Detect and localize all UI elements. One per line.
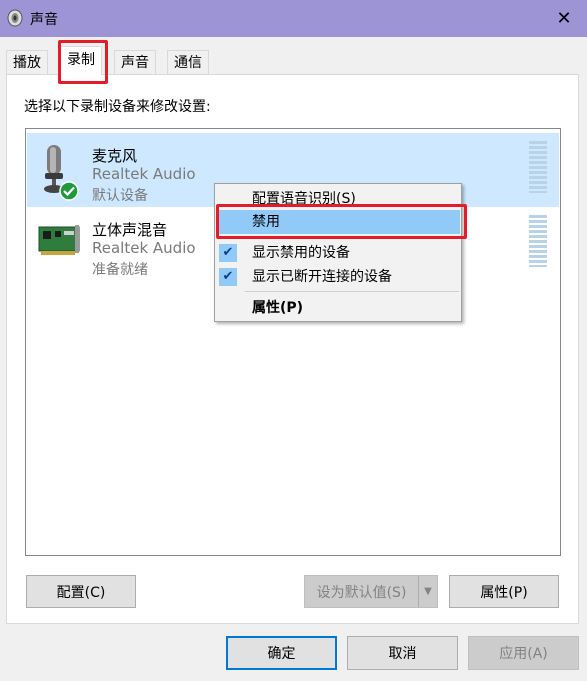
tab-label: 播放 [13, 55, 41, 71]
menu-item-label: 显示已断开连接的设备 [252, 269, 392, 285]
tab-sounds[interactable]: 声音 [114, 50, 156, 74]
annotation-highlight-disable [216, 204, 467, 239]
device-name: 麦克风 [92, 147, 138, 165]
apply-button[interactable]: 应用(A) [468, 636, 579, 670]
menu-item-label: 显示禁用的设备 [252, 245, 350, 261]
speaker-icon [7, 9, 23, 27]
title-bar: 声音 ✕ [0, 0, 587, 37]
menu-item-properties[interactable]: 属性(P) [216, 296, 460, 320]
menu-separator [245, 291, 459, 292]
device-driver: Realtek Audio [92, 165, 196, 183]
properties-button[interactable]: 属性(P) [449, 575, 559, 608]
checkmark-icon: ✔ [219, 244, 237, 262]
close-button[interactable]: ✕ [541, 0, 587, 37]
checkmark-icon: ✔ [219, 268, 237, 286]
window-title: 声音 [30, 12, 58, 28]
instruction-text: 选择以下录制设备来修改设置: [24, 99, 211, 115]
device-name: 立体声混音 [92, 221, 168, 239]
annotation-highlight-tab [58, 40, 108, 84]
menu-item-show-disconnected[interactable]: ✔ 显示已断开连接的设备 [216, 265, 460, 289]
menu-item-show-disabled[interactable]: ✔ 显示禁用的设备 [216, 241, 460, 265]
level-meter [529, 141, 547, 193]
button-label: 应用(A) [499, 646, 548, 662]
button-label: 取消 [388, 646, 417, 662]
chevron-down-icon: ▼ [424, 586, 432, 597]
set-default-dropdown-button[interactable]: ▼ [418, 575, 438, 608]
button-label: 设为默认值(S) [316, 584, 407, 601]
sound-card-icon [38, 225, 80, 255]
level-meter [529, 215, 547, 267]
configure-button[interactable]: 配置(C) [26, 575, 136, 608]
button-label: 配置(C) [56, 584, 106, 601]
tab-label: 通信 [174, 55, 202, 71]
default-check-icon [59, 181, 79, 201]
device-driver: Realtek Audio [92, 239, 196, 257]
tab-label: 声音 [121, 55, 149, 71]
device-status: 准备就绪 [92, 262, 148, 278]
button-label: 属性(P) [480, 584, 528, 601]
device-status: 默认设备 [92, 188, 148, 204]
button-label: 确定 [267, 646, 296, 662]
set-default-button[interactable]: 设为默认值(S) [304, 575, 419, 608]
menu-item-label: 属性(P) [252, 300, 304, 316]
ok-button[interactable]: 确定 [226, 636, 337, 670]
close-icon: ✕ [556, 8, 572, 29]
tab-playback[interactable]: 播放 [6, 50, 48, 74]
tab-communications[interactable]: 通信 [167, 50, 209, 74]
cancel-button[interactable]: 取消 [347, 636, 458, 670]
